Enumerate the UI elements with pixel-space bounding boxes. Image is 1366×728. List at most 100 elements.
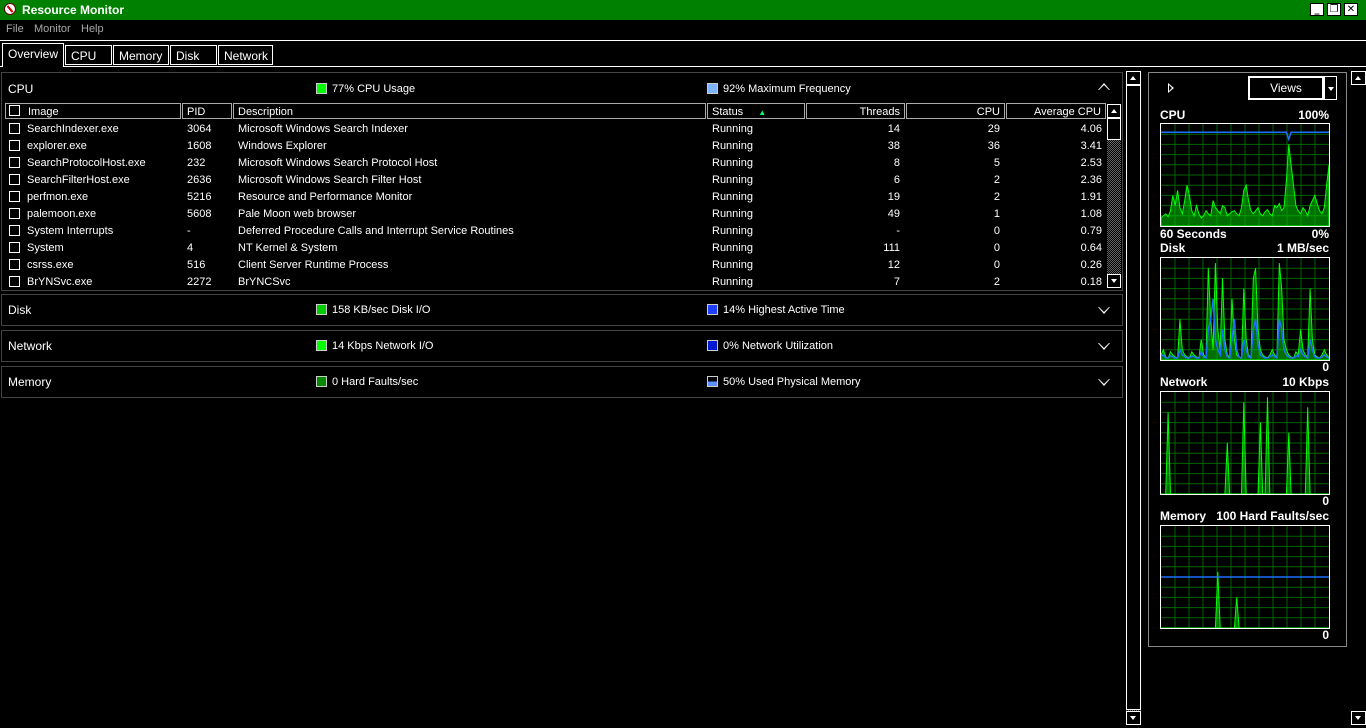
cpu-graph-timespan: 60 Seconds bbox=[1160, 227, 1227, 241]
memory-section[interactable]: Memory 0 Hard Faults/sec 50% Used Physic… bbox=[1, 366, 1123, 398]
cell-description: Client Server Runtime Process bbox=[238, 259, 389, 271]
disk-graph-plot bbox=[1161, 258, 1329, 360]
cell-pid: 2636 bbox=[187, 174, 212, 186]
network-io-metric: 14 Kbps Network I/O bbox=[316, 340, 434, 352]
used-memory-text: 50% Used Physical Memory bbox=[723, 376, 861, 388]
expand-chevron-icon[interactable] bbox=[1098, 379, 1110, 386]
row-checkbox[interactable] bbox=[9, 242, 20, 253]
table-row[interactable]: System 4 NT Kernel & System Running 111 0 0.64 bbox=[5, 240, 1106, 257]
network-utilization-text: 0% Network Utilization bbox=[723, 340, 834, 352]
menu-monitor[interactable]: Monitor bbox=[34, 23, 71, 35]
cell-average-cpu: 2.53 bbox=[1080, 157, 1102, 169]
cell-description: BrYNCSvc bbox=[238, 276, 291, 288]
main-scrollbar[interactable] bbox=[1126, 71, 1141, 725]
disk-active-time-text: 14% Highest Active Time bbox=[723, 304, 845, 316]
cell-status: Running bbox=[712, 174, 753, 186]
main-scroll-up-arrow-icon[interactable] bbox=[1126, 71, 1141, 85]
table-row[interactable]: BrYNSvc.exe 2272 BrYNCSvc Running 7 2 0.18 bbox=[5, 274, 1106, 291]
title-bar: Resource Monitor _ ❐ ✕ bbox=[0, 0, 1366, 20]
cell-pid: 232 bbox=[187, 157, 206, 169]
column-threads[interactable]: Threads bbox=[806, 103, 905, 119]
column-status[interactable]: Status ▲ bbox=[707, 103, 805, 119]
network-graph-min: 0 bbox=[1322, 494, 1329, 508]
column-image[interactable]: Image bbox=[5, 103, 181, 119]
network-section[interactable]: Network 14 Kbps Network I/O 0% Network U… bbox=[1, 330, 1123, 362]
cell-average-cpu: 0.79 bbox=[1080, 225, 1102, 237]
menu-help[interactable]: Help bbox=[81, 23, 104, 35]
views-dropdown-arrow-icon[interactable] bbox=[1324, 76, 1337, 100]
expand-chevron-icon[interactable] bbox=[1098, 307, 1110, 314]
main-scroll-down-arrow-icon[interactable] bbox=[1126, 711, 1141, 725]
collapse-chevron-icon[interactable] bbox=[1098, 83, 1110, 90]
row-checkbox[interactable] bbox=[9, 157, 20, 168]
panel-scrollbar[interactable] bbox=[1351, 71, 1366, 725]
restore-button[interactable]: ❐ bbox=[1327, 3, 1341, 16]
close-button[interactable]: ✕ bbox=[1344, 3, 1358, 16]
process-table-header: Image PID Description Status ▲ Threads C… bbox=[5, 103, 1106, 119]
table-row[interactable]: csrss.exe 516 Client Server Runtime Proces… bbox=[5, 257, 1106, 274]
table-scroll-up-arrow-icon[interactable] bbox=[1107, 104, 1121, 118]
cell-image: SearchProtocolHost.exe bbox=[27, 157, 146, 169]
panel-scroll-down-arrow-icon[interactable] bbox=[1351, 711, 1366, 725]
row-checkbox[interactable] bbox=[9, 191, 20, 202]
collapse-panel-icon[interactable] bbox=[1168, 83, 1174, 93]
menu-file[interactable]: File bbox=[6, 23, 24, 35]
tab-disk[interactable]: Disk bbox=[170, 45, 217, 65]
row-checkbox[interactable] bbox=[9, 276, 20, 287]
column-average-cpu[interactable]: Average CPU bbox=[1006, 103, 1106, 119]
cell-description: Windows Explorer bbox=[238, 140, 327, 152]
cpu-section-header[interactable]: CPU 77% CPU Usage 92% Maximum Frequency bbox=[2, 73, 1122, 101]
network-graph-label: Network bbox=[1160, 375, 1208, 389]
main-scroll-thumb[interactable] bbox=[1126, 85, 1141, 710]
table-row[interactable]: SearchProtocolHost.exe 232 Microsoft Windo… bbox=[5, 155, 1106, 172]
views-button[interactable]: Views bbox=[1248, 76, 1324, 100]
row-checkbox[interactable] bbox=[9, 123, 20, 134]
memory-section-title: Memory bbox=[8, 375, 52, 389]
panel-scroll-up-arrow-icon[interactable] bbox=[1351, 71, 1366, 85]
minimize-button[interactable]: _ bbox=[1310, 3, 1324, 16]
row-checkbox[interactable] bbox=[9, 208, 20, 219]
cell-description: Microsoft Windows Search Protocol Host bbox=[238, 157, 438, 169]
cell-average-cpu: 1.91 bbox=[1080, 191, 1102, 203]
cell-image: SearchFilterHost.exe bbox=[27, 174, 130, 186]
select-all-checkbox[interactable] bbox=[9, 105, 20, 116]
cell-image: explorer.exe bbox=[27, 140, 87, 152]
memory-graph-label: Memory bbox=[1160, 509, 1207, 523]
table-row[interactable]: SearchIndexer.exe 3064 Microsoft Windows S… bbox=[5, 121, 1106, 138]
disk-section[interactable]: Disk 158 KB/sec Disk I/O 14% Highest Act… bbox=[1, 294, 1123, 326]
row-checkbox[interactable] bbox=[9, 140, 20, 151]
tab-network[interactable]: Network bbox=[218, 45, 273, 65]
cell-status: Running bbox=[712, 140, 753, 152]
disk-active-time-metric: 14% Highest Active Time bbox=[707, 304, 845, 316]
cell-description: Microsoft Windows Search Filter Host bbox=[238, 174, 422, 186]
column-pid[interactable]: PID bbox=[182, 103, 232, 119]
tab-memory[interactable]: Memory bbox=[113, 45, 169, 65]
cpu-graph bbox=[1160, 123, 1330, 227]
table-row[interactable]: explorer.exe 1608 Windows Explorer Running 3… bbox=[5, 138, 1106, 155]
table-row[interactable]: System Interrupts - Deferred Procedure Cal… bbox=[5, 223, 1106, 240]
row-checkbox[interactable] bbox=[9, 174, 20, 185]
used-memory-swatch bbox=[707, 376, 718, 387]
row-checkbox[interactable] bbox=[9, 225, 20, 236]
memory-graph-min: 0 bbox=[1322, 628, 1329, 642]
network-section-title: Network bbox=[8, 339, 53, 353]
cell-threads: 38 bbox=[887, 140, 900, 152]
cell-threads: 7 bbox=[893, 276, 900, 288]
table-scroll-down-arrow-icon[interactable] bbox=[1107, 274, 1121, 288]
expand-chevron-icon[interactable] bbox=[1098, 343, 1110, 350]
tab-cpu[interactable]: CPU bbox=[65, 45, 112, 65]
cell-threads: 12 bbox=[887, 259, 900, 271]
cell-average-cpu: 2.36 bbox=[1080, 174, 1102, 186]
tab-overview[interactable]: Overview bbox=[2, 43, 64, 67]
table-row[interactable]: SearchFilterHost.exe 2636 Microsoft Window… bbox=[5, 172, 1106, 189]
column-cpu[interactable]: CPU bbox=[906, 103, 1005, 119]
column-description[interactable]: Description bbox=[233, 103, 706, 119]
row-checkbox[interactable] bbox=[9, 259, 20, 270]
table-scrollbar[interactable] bbox=[1107, 104, 1121, 288]
table-row[interactable]: palemoon.exe 5608 Pale Moon web browser Run… bbox=[5, 206, 1106, 223]
cell-image: palemoon.exe bbox=[27, 208, 97, 220]
table-scroll-thumb[interactable] bbox=[1107, 118, 1121, 140]
cpu-frequency-metric: 92% Maximum Frequency bbox=[707, 83, 851, 95]
table-row[interactable]: perfmon.exe 5216 Resource and Performance … bbox=[5, 189, 1106, 206]
cell-pid: 2272 bbox=[187, 276, 212, 288]
